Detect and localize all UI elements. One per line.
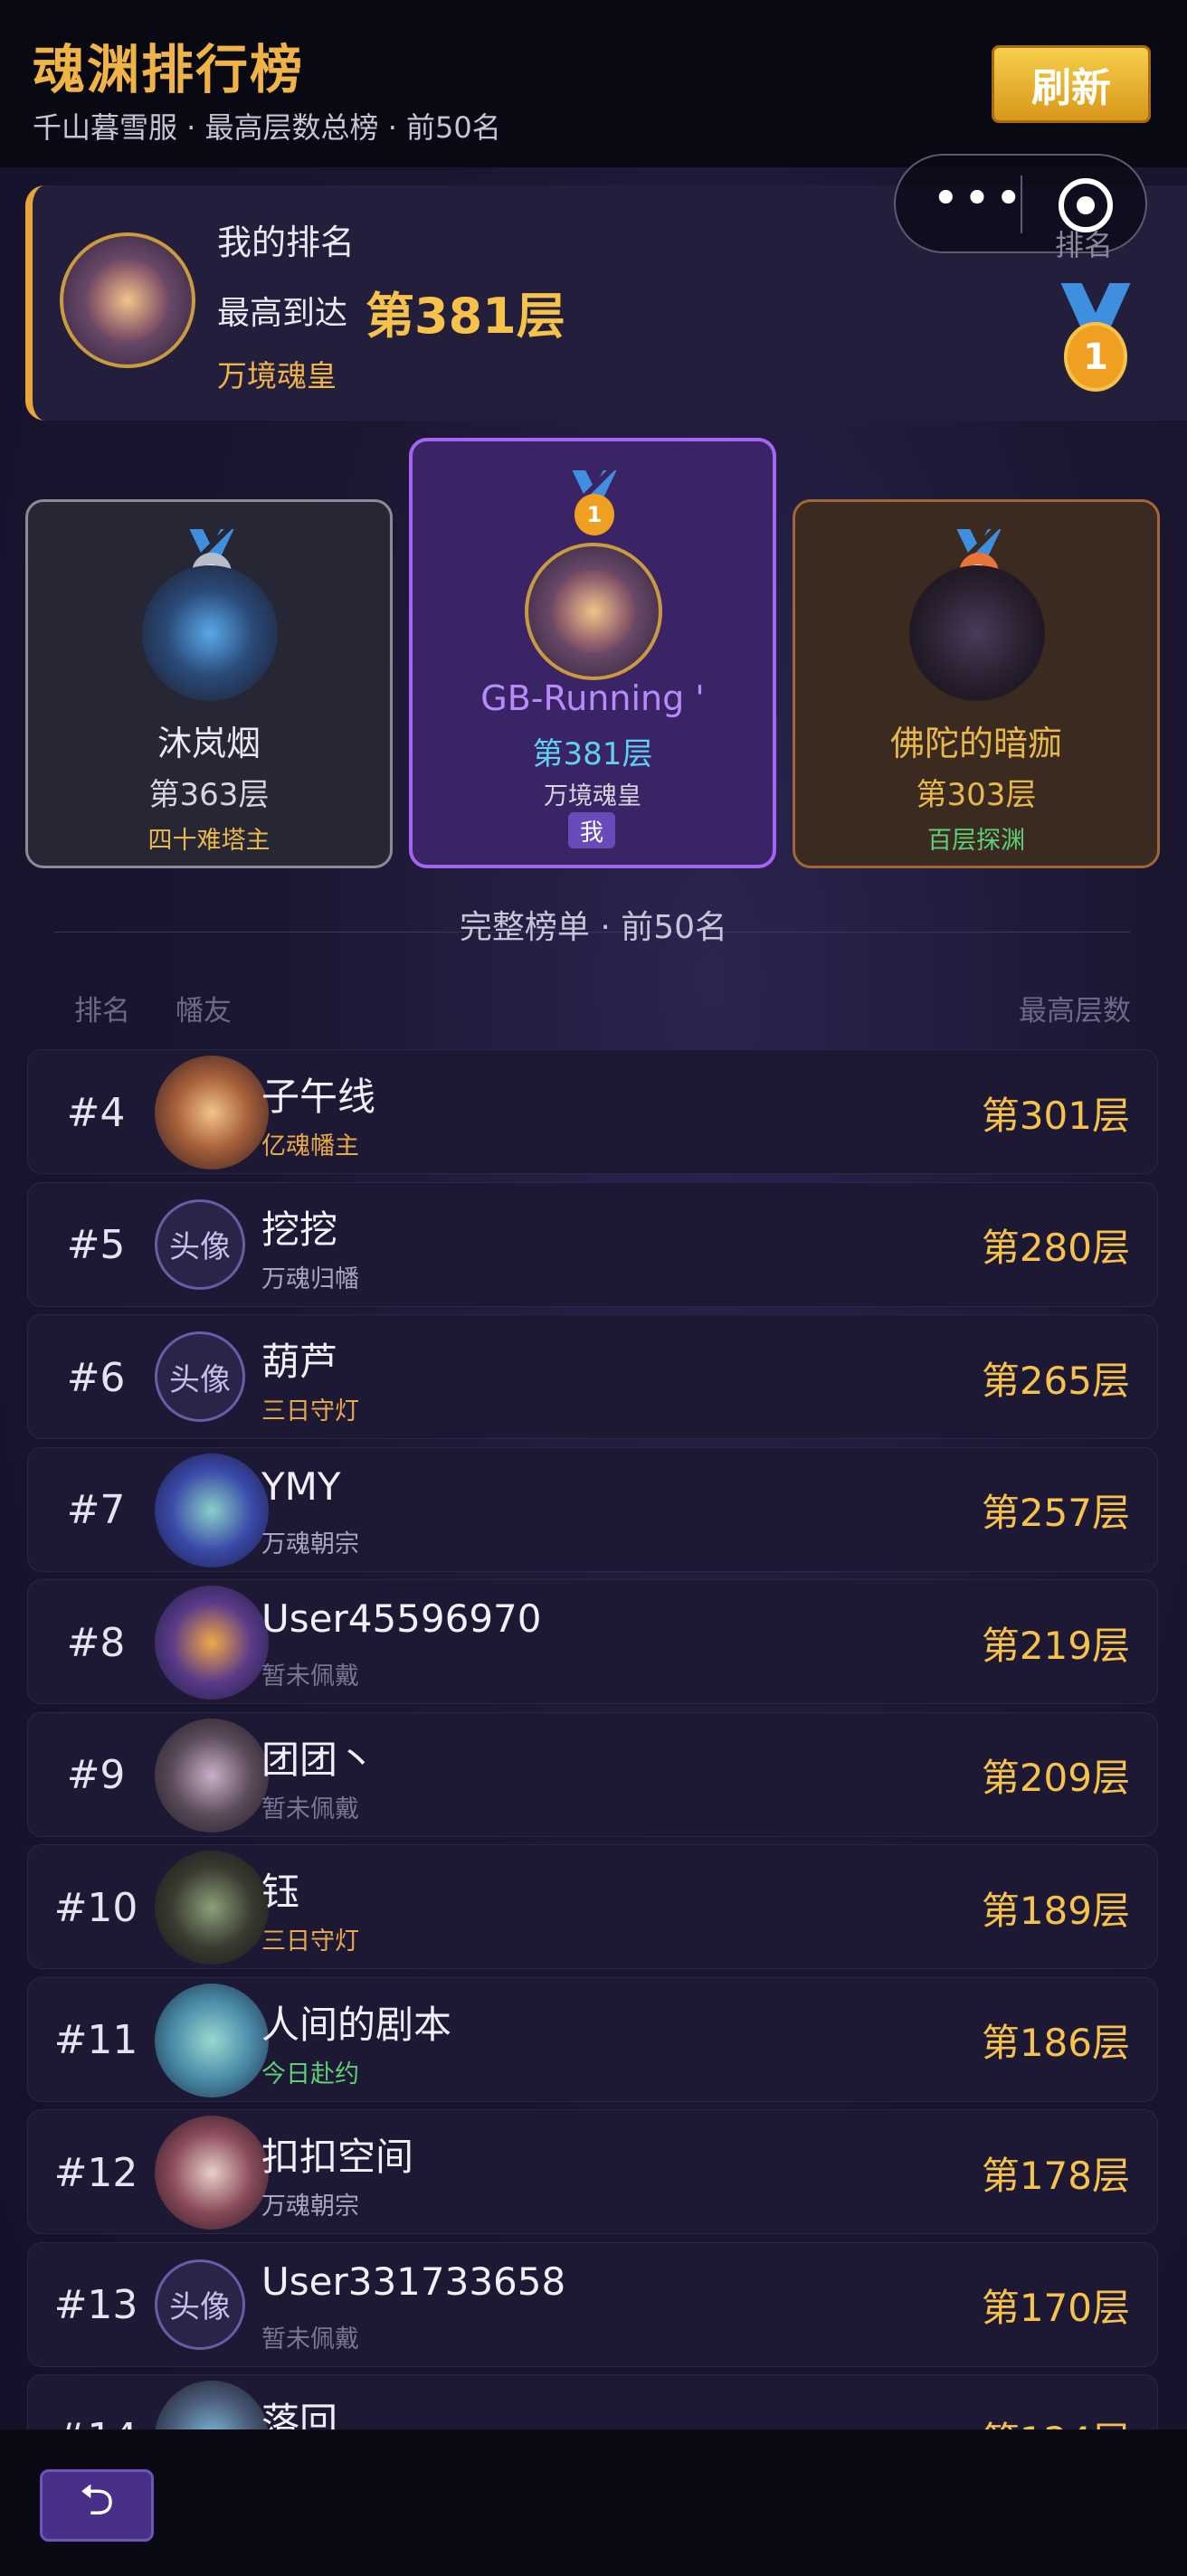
refresh-button[interactable]: 刷新 [992, 45, 1151, 123]
podium-name: GB-Running ' [480, 678, 705, 718]
my-rank-label: 我的排名 [217, 223, 356, 262]
avatar [155, 1718, 269, 1833]
table-row[interactable]: #4 子午线亿魂幡主 第301层 [27, 1049, 1158, 1174]
avatar [155, 1851, 269, 1965]
row-title: 亿魂幡主 [261, 1132, 359, 1160]
row-rank: #4 [66, 1089, 126, 1136]
full-list-title: 完整榜单 · 前50名 [459, 909, 728, 946]
row-username: 挖挖 [261, 1207, 338, 1252]
podium-name: 佛陀的暗痂 [889, 724, 1062, 763]
podium-floor: 第381层 [532, 736, 653, 772]
row-rank: #6 [66, 1354, 126, 1401]
row-floor: 第265层 [981, 1358, 1130, 1403]
row-username: YMY [261, 1463, 341, 1509]
row-title: 三日守灯 [261, 1927, 359, 1956]
row-floor: 第189层 [981, 1888, 1130, 1933]
more-dots-icon[interactable]: ••• [932, 175, 1026, 223]
row-rank: #11 [53, 2017, 138, 2063]
row-username: User45596970 [261, 1596, 542, 1641]
table-row[interactable]: #8 User45596970 暂未佩戴 第219层 [27, 1579, 1158, 1704]
me-badge: 我 [568, 812, 615, 848]
row-rank: #5 [66, 1222, 126, 1268]
row-floor: 第280层 [981, 1226, 1130, 1270]
gold-medal-icon: 1 [1046, 283, 1145, 392]
row-floor: 第301层 [981, 1093, 1130, 1138]
row-rank: #13 [53, 2282, 138, 2328]
page-title: 魂渊排行榜 [33, 39, 305, 100]
row-floor: 第178层 [981, 2153, 1130, 2198]
table-row[interactable]: #9 团团丶暂未佩戴 第209层 [27, 1711, 1158, 1837]
col-header-user: 幡友 [176, 995, 232, 1028]
row-username: 葫芦 [261, 1340, 338, 1384]
row-floor: 第186层 [981, 2021, 1130, 2065]
row-title: 万魂朝宗 [261, 1530, 359, 1558]
podium-third-place[interactable]: 3 佛陀的暗痂 第303层 百层探渊 [793, 499, 1160, 868]
capsule-divider [1021, 175, 1022, 233]
podium-name: 沐岚烟 [157, 724, 261, 763]
podium-avatar [909, 565, 1045, 701]
podium-avatar [525, 543, 662, 680]
row-username: User331733658 [261, 2259, 566, 2304]
avatar [155, 1056, 269, 1170]
row-username: 团团丶 [261, 1737, 376, 1782]
row-title: 暂未佩戴 [261, 1795, 359, 1823]
gold-medal-icon: 1 [563, 470, 626, 535]
row-floor: 第209层 [981, 1756, 1130, 1800]
table-row[interactable]: #5 头像 挖挖万魂归幡 第280层 [27, 1181, 1158, 1307]
back-button[interactable]: ⮌ [40, 2469, 154, 2542]
row-username: 钰 [261, 1870, 300, 1914]
avatar [155, 1983, 269, 2098]
podium-title: 四十难塔主 [147, 827, 271, 855]
table-row[interactable]: #7 YMY 万魂朝宗 第257层 [27, 1446, 1158, 1572]
row-title: 暂未佩戴 [261, 1662, 359, 1690]
avatar [155, 1586, 269, 1700]
row-title: 三日守灯 [261, 1397, 359, 1425]
table-row[interactable]: #13 头像 User331733658 暂未佩戴 第170层 [27, 2241, 1158, 2367]
row-title: 万魂朝宗 [261, 2192, 359, 2221]
my-floor-value: 第381层 [366, 288, 565, 345]
row-username: 扣扣空间 [261, 2135, 414, 2179]
return-arrow-icon: ⮌ [79, 2474, 115, 2525]
table-row[interactable]: #12 扣扣空间万魂朝宗 第178层 [27, 2109, 1158, 2234]
row-floor: 第219层 [981, 1623, 1130, 1668]
podium-avatar [142, 565, 278, 701]
podium-title: 百层探渊 [927, 827, 1025, 855]
row-rank: #9 [66, 1752, 126, 1798]
row-floor: 第257层 [981, 1491, 1130, 1535]
table-row[interactable]: #6 头像 葫芦三日守灯 第265层 [27, 1314, 1158, 1439]
row-floor: 第170层 [981, 2286, 1130, 2330]
avatar [155, 2116, 269, 2230]
podium-first-place[interactable]: 1 GB-Running ' 第381层 万境魂皇 我 [409, 438, 776, 868]
row-rank: #8 [66, 1619, 126, 1666]
avatar [155, 1453, 269, 1567]
table-row[interactable]: #11 人间的剧本今日赴约 第186层 [27, 1976, 1158, 2102]
podium-title: 万境魂皇 [544, 782, 641, 810]
row-rank: #10 [53, 1884, 138, 1931]
table-row[interactable]: #10 钰三日守灯 第189层 [27, 1844, 1158, 1969]
my-avatar [60, 232, 195, 368]
my-reach-label: 最高到达 [217, 295, 348, 332]
my-title: 万境魂皇 [217, 358, 337, 393]
row-title: 万魂归幡 [261, 1264, 359, 1293]
bottom-bar: ⮌ [0, 2429, 1187, 2576]
col-header-rank: 排名 [74, 995, 130, 1028]
col-header-floor: 最高层数 [1019, 995, 1131, 1028]
row-username: 人间的剧本 [261, 2002, 452, 2047]
capsule-rank-label: 排名 [1055, 228, 1114, 262]
podium-floor: 第363层 [148, 777, 270, 813]
avatar-placeholder: 头像 [155, 1198, 245, 1290]
row-rank: #12 [53, 2149, 138, 2196]
row-title: 今日赴约 [261, 2060, 359, 2088]
avatar-placeholder: 头像 [155, 1331, 245, 1422]
podium-floor: 第303层 [916, 777, 1037, 813]
row-title: 暂未佩戴 [261, 2325, 359, 2353]
row-rank: #7 [66, 1487, 126, 1533]
header-bar: 魂渊排行榜 千山暮雪服 · 最高层数总榜 · 前50名 刷新 [0, 0, 1187, 167]
podium-second-place[interactable]: 2 沐岚烟 第363层 四十难塔主 [25, 499, 393, 868]
page-subtitle: 千山暮雪服 · 最高层数总榜 · 前50名 [33, 110, 501, 145]
avatar-placeholder: 头像 [155, 2259, 245, 2350]
row-username: 子午线 [261, 1075, 376, 1119]
